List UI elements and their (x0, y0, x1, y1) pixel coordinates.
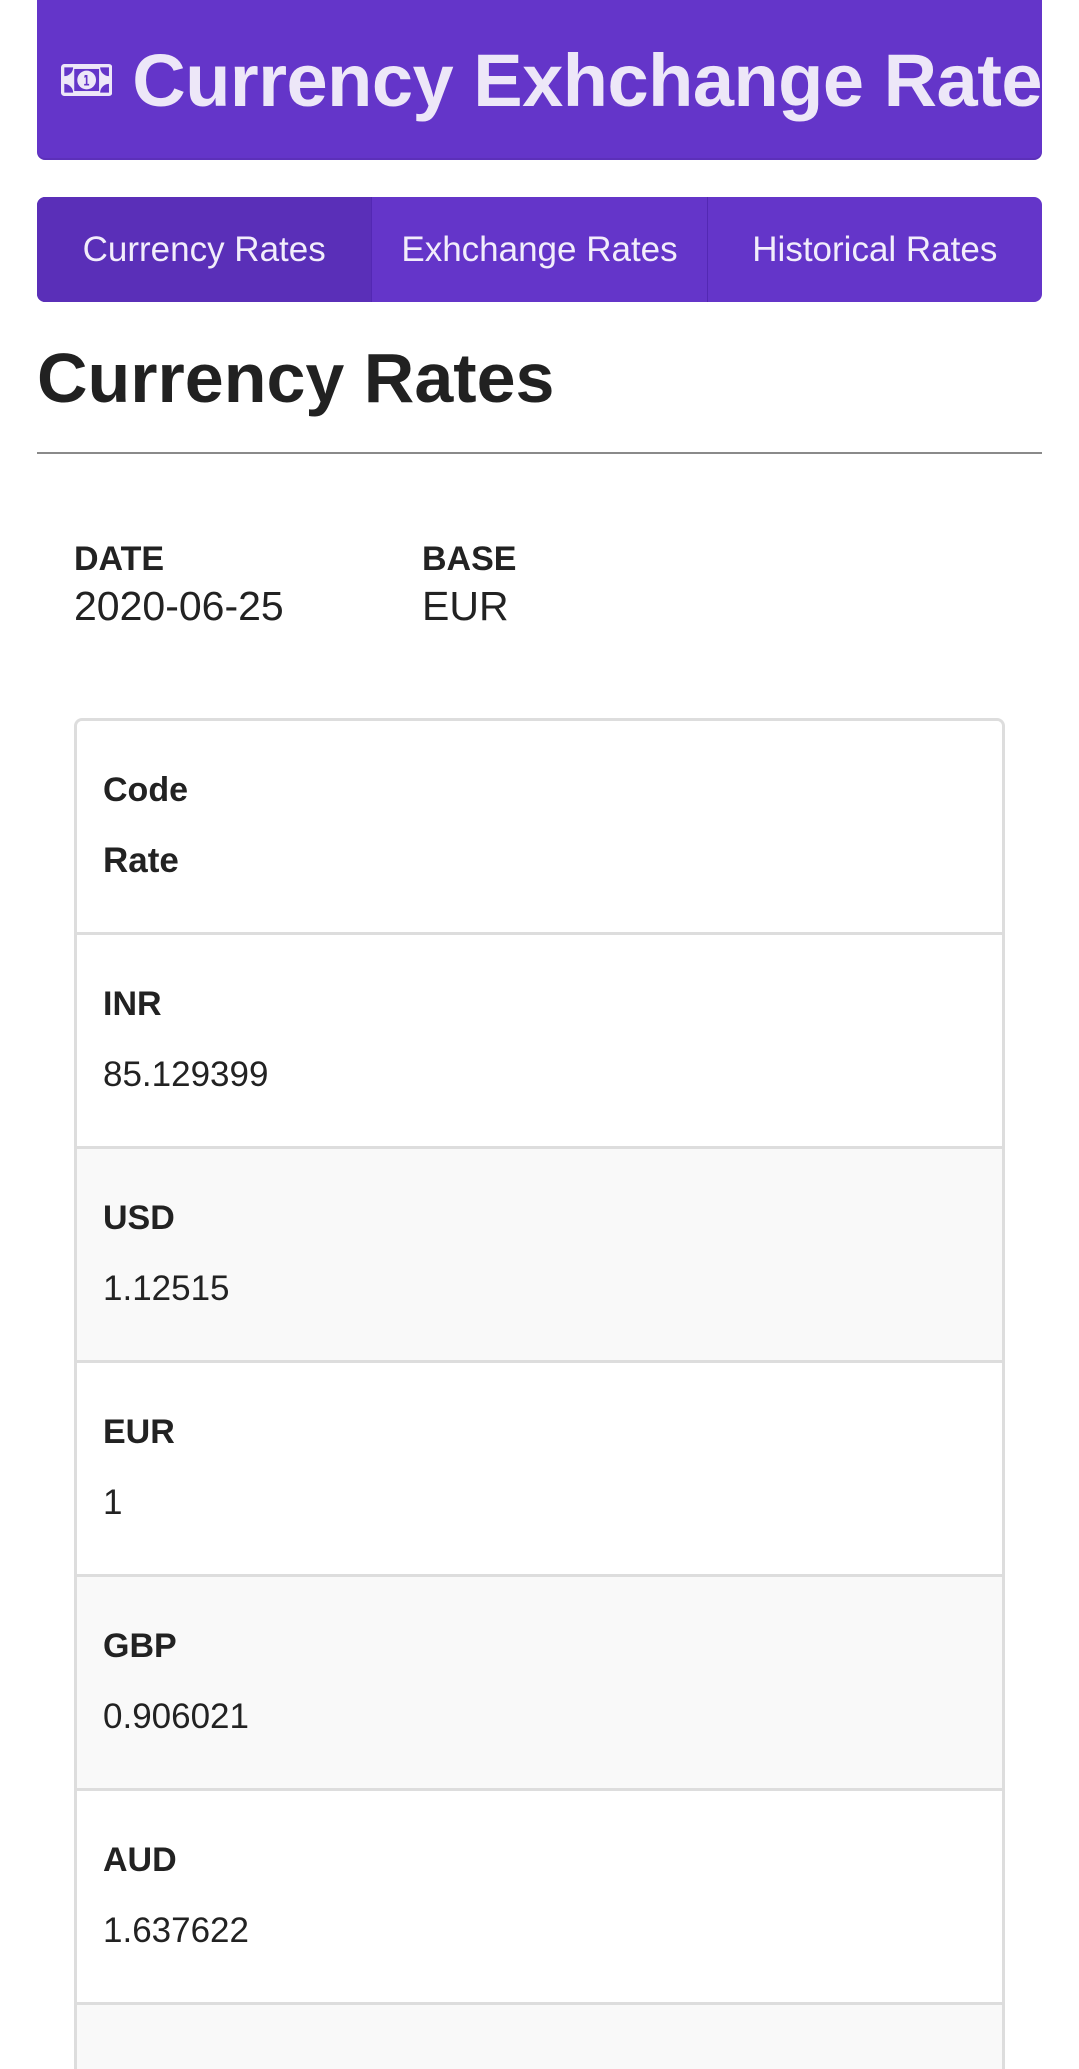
currency-rate: 1.637622 (103, 1911, 249, 1950)
app-header: Currency Exhchange Rate (37, 0, 1042, 160)
tab-historical-rates[interactable]: Historical Rates (706, 197, 1042, 302)
rate-meta: DATE 2020-06-25 BASE EUR (37, 540, 1042, 630)
currency-rate: 1 (103, 1483, 123, 1522)
table-row (77, 2005, 1002, 2069)
currency-code: EUR (103, 1413, 175, 1451)
base-block: BASE EUR (422, 540, 770, 630)
money-bill-icon (61, 64, 113, 96)
date-block: DATE 2020-06-25 (74, 540, 422, 630)
date-value: 2020-06-25 (74, 583, 284, 629)
currency-code: GBP (103, 1627, 177, 1665)
currency-code: USD (103, 1199, 175, 1237)
currency-code: INR (103, 985, 162, 1023)
base-value: EUR (422, 583, 509, 629)
column-header-code: Code (103, 771, 188, 809)
currency-rate: 85.129399 (103, 1055, 269, 1094)
currency-rate: 0.906021 (103, 1697, 249, 1736)
table-row: AUD 1.637622 (77, 1791, 1002, 2005)
base-label: BASE (422, 540, 517, 578)
page: Currency Exhchange Rate Currency Rates E… (0, 0, 1079, 2069)
app-title: Currency Exhchange Rate (132, 38, 1042, 122)
table-row: INR 85.129399 (77, 935, 1002, 1149)
currency-code: AUD (103, 1841, 177, 1879)
tab-currency-rates[interactable]: Currency Rates (37, 197, 372, 302)
date-label: DATE (74, 540, 165, 578)
currency-rate: 1.12515 (103, 1269, 230, 1308)
tab-exchange-rates[interactable]: Exhchange Rates (371, 197, 706, 302)
table-row: USD 1.12515 (77, 1149, 1002, 1363)
table-row: EUR 1 (77, 1363, 1002, 1577)
rates-table: Code Rate INR 85.129399 USD 1.12515 EUR … (74, 718, 1005, 2069)
table-row: GBP 0.906021 (77, 1577, 1002, 1791)
tab-bar: Currency Rates Exhchange Rates Historica… (37, 197, 1042, 302)
column-header-rate: Rate (103, 841, 179, 880)
page-title: Currency Rates (37, 338, 1042, 454)
table-header-row: Code Rate (77, 721, 1002, 935)
